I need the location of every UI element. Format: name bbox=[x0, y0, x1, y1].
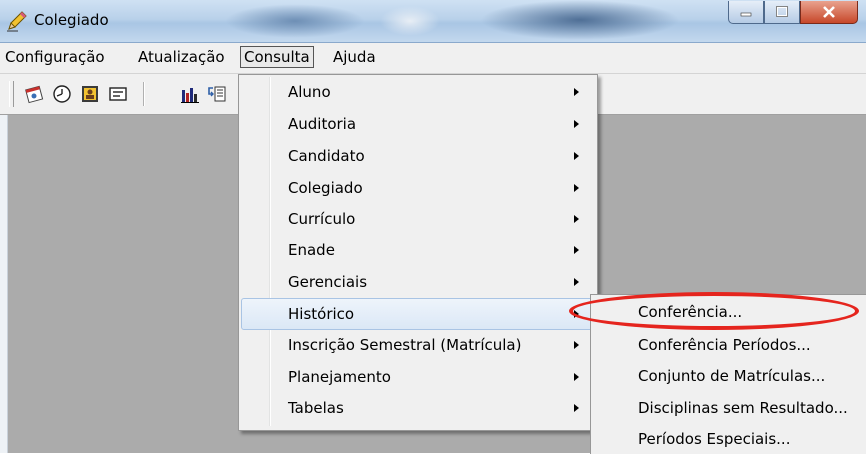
menu-item-candidato[interactable]: Candidato bbox=[241, 141, 593, 171]
menu-item-aluno[interactable]: Aluno bbox=[241, 77, 593, 107]
submenu-item-periodos-especiais[interactable]: Períodos Especiais... bbox=[591, 424, 866, 454]
menu-item-label: Planejamento bbox=[288, 368, 391, 386]
clock-icon[interactable] bbox=[52, 84, 72, 104]
submenu-item-disciplinas-sem-resultado[interactable]: Disciplinas sem Resultado... bbox=[591, 393, 866, 423]
submenu-arrow-icon bbox=[574, 341, 579, 349]
title-bar: Colegiado bbox=[0, 0, 866, 43]
menu-item-planejamento[interactable]: Planejamento bbox=[241, 362, 593, 392]
window-controls bbox=[728, 1, 858, 24]
submenu-item-conjunto-matriculas[interactable]: Conjunto de Matrículas... bbox=[591, 361, 866, 391]
close-icon bbox=[823, 6, 835, 18]
glass-reflection bbox=[380, 6, 440, 36]
submenu-item-conferencia-periodos[interactable]: Conferência Períodos... bbox=[591, 330, 866, 360]
menu-item-label: Histórico bbox=[288, 305, 355, 323]
submenu-arrow-icon bbox=[574, 215, 579, 223]
maximize-icon bbox=[776, 6, 788, 17]
minimize-icon bbox=[740, 12, 752, 17]
menu-item-label: Auditoria bbox=[288, 115, 357, 133]
glass-reflection bbox=[225, 4, 365, 38]
window-frame-left bbox=[0, 115, 8, 453]
menu-item-inscricao-semestral[interactable]: Inscrição Semestral (Matrícula) bbox=[241, 330, 593, 360]
submenu-arrow-icon bbox=[574, 404, 579, 412]
consulta-dropdown: Aluno Auditoria Candidato Colegiado Curr… bbox=[238, 74, 598, 431]
menu-item-label: Gerenciais bbox=[288, 273, 368, 291]
menu-item-label: Aluno bbox=[288, 83, 331, 101]
annotation-ellipse bbox=[569, 292, 859, 330]
menu-item-enade[interactable]: Enade bbox=[241, 235, 593, 265]
menu-item-colegiado[interactable]: Colegiado bbox=[241, 173, 593, 203]
menu-item-label: Colegiado bbox=[288, 179, 363, 197]
menu-item-gerenciais[interactable]: Gerenciais bbox=[241, 267, 593, 297]
bar-chart-icon[interactable] bbox=[180, 84, 200, 104]
submenu-item-label: Disciplinas sem Resultado... bbox=[638, 399, 848, 417]
submenu-arrow-icon bbox=[574, 278, 579, 286]
minimize-button[interactable] bbox=[728, 1, 764, 24]
submenu-item-label: Conferência Períodos... bbox=[638, 336, 811, 354]
menu-item-label: Currículo bbox=[288, 210, 356, 228]
window-title: Colegiado bbox=[34, 11, 109, 29]
pencil-icon bbox=[7, 11, 27, 32]
menu-item-label: Inscrição Semestral (Matrícula) bbox=[288, 336, 522, 354]
menu-configuracao[interactable]: Configuração bbox=[2, 47, 108, 67]
menu-consulta[interactable]: Consulta bbox=[240, 46, 314, 68]
toolbar-grip[interactable] bbox=[9, 81, 14, 107]
submenu-arrow-icon bbox=[574, 246, 579, 254]
calendar-icon[interactable] bbox=[24, 84, 44, 104]
contact-card-icon[interactable] bbox=[80, 84, 100, 104]
toolbar-separator bbox=[143, 82, 145, 106]
menu-atualizacao[interactable]: Atualização bbox=[135, 47, 228, 67]
id-card-icon[interactable] bbox=[108, 84, 128, 104]
menu-item-auditoria[interactable]: Auditoria bbox=[241, 109, 593, 139]
submenu-arrow-icon bbox=[574, 152, 579, 160]
glass-reflection bbox=[480, 0, 680, 40]
menu-ajuda[interactable]: Ajuda bbox=[330, 47, 379, 67]
menu-bar: Configuração Atualização Consulta Ajuda bbox=[0, 43, 866, 74]
submenu-arrow-icon bbox=[574, 373, 579, 381]
menu-item-historico[interactable]: Histórico bbox=[241, 298, 593, 330]
close-button[interactable] bbox=[800, 1, 858, 24]
maximize-button[interactable] bbox=[764, 1, 800, 24]
menu-item-label: Tabelas bbox=[288, 399, 344, 417]
menu-item-label: Candidato bbox=[288, 147, 365, 165]
list-transfer-icon[interactable] bbox=[206, 84, 226, 104]
menu-item-curriculo[interactable]: Currículo bbox=[241, 204, 593, 234]
submenu-arrow-icon bbox=[574, 120, 579, 128]
submenu-arrow-icon bbox=[574, 88, 579, 96]
submenu-item-label: Conjunto de Matrículas... bbox=[638, 367, 826, 385]
submenu-item-label: Períodos Especiais... bbox=[638, 430, 791, 448]
menu-item-label: Enade bbox=[288, 241, 335, 259]
menu-item-tabelas[interactable]: Tabelas bbox=[241, 393, 593, 423]
submenu-arrow-icon bbox=[574, 184, 579, 192]
